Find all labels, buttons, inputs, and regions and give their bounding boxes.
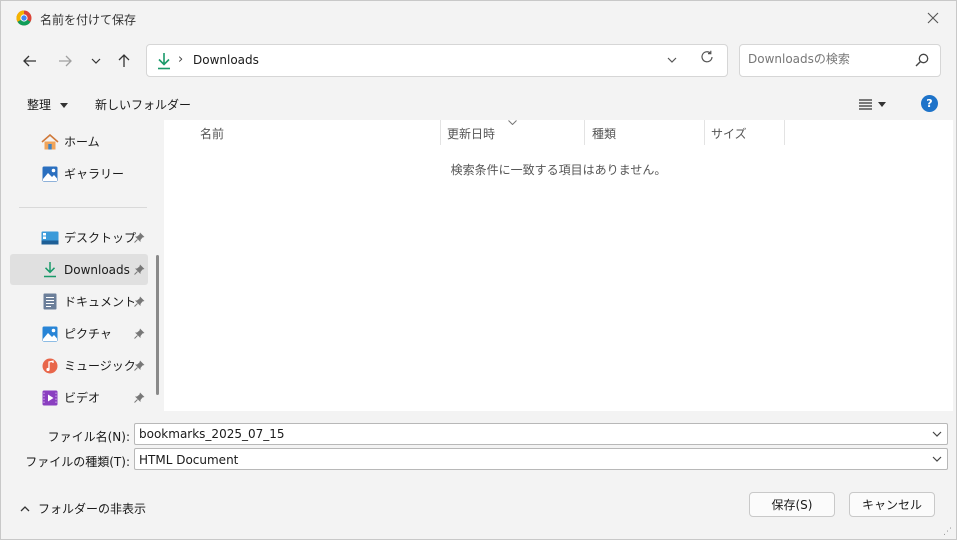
sidebar-item-label: Downloads — [64, 262, 130, 277]
chevron-up-icon — [20, 505, 30, 511]
filetype-select[interactable]: HTML Document — [134, 448, 948, 470]
pin-icon[interactable] — [134, 328, 146, 340]
refresh-button[interactable] — [700, 50, 714, 68]
title-bar: 名前を付けて保存 — [1, 1, 956, 35]
sidebar-item-desktop[interactable]: デスクトップ — [10, 222, 148, 253]
recent-locations-button[interactable] — [84, 49, 108, 73]
column-header-modified[interactable]: 更新日時 — [447, 120, 495, 145]
up-arrow-icon — [118, 54, 130, 67]
column-separator[interactable] — [440, 120, 441, 145]
download-icon — [158, 53, 170, 70]
column-header-type[interactable]: 種類 — [592, 120, 616, 145]
filename-input[interactable] — [139, 427, 919, 441]
sidebar-item-label: ピクチャ — [64, 327, 112, 341]
dialog-footer: フォルダーの非表示 保存(S) キャンセル ⋰ — [1, 479, 956, 539]
list-view-icon — [859, 98, 872, 110]
column-separator[interactable] — [784, 120, 785, 145]
command-bar: 整理 新しいフォルダー ? — [1, 89, 956, 119]
pin-icon[interactable] — [134, 264, 146, 276]
desktop-icon — [41, 229, 59, 247]
file-list: 名前 更新日時 種類 サイズ 検索条件に一致する項目はありません。 — [164, 120, 953, 411]
new-folder-button[interactable]: 新しいフォルダー — [95, 96, 191, 113]
sidebar-item-label: ドキュメント — [64, 295, 137, 309]
up-button[interactable] — [112, 49, 136, 73]
chrome-icon — [16, 10, 32, 26]
sidebar-item-music[interactable]: ミュージック — [10, 350, 148, 381]
filename-label: ファイル名(N): — [47, 430, 130, 444]
back-button[interactable] — [18, 49, 42, 73]
sidebar-scrollbar[interactable] — [156, 255, 159, 395]
chevron-down-icon — [91, 58, 101, 64]
view-options-button[interactable] — [859, 94, 895, 114]
sidebar-item-label: デスクトップ — [64, 231, 137, 245]
sidebar-divider — [19, 207, 147, 208]
hide-folders-label: フォルダーの非表示 — [38, 502, 147, 516]
column-header-size[interactable]: サイズ — [711, 120, 747, 145]
organize-menu[interactable]: 整理 — [27, 96, 68, 113]
filename-dropdown-button[interactable] — [932, 427, 942, 440]
document-icon — [41, 293, 59, 311]
sidebar-item-pictures[interactable]: ピクチャ — [10, 318, 148, 349]
pictures-icon — [41, 325, 59, 343]
pin-icon[interactable] — [134, 232, 146, 244]
address-bar[interactable]: › Downloads — [146, 44, 728, 77]
pin-icon[interactable] — [134, 296, 146, 308]
refresh-icon — [701, 50, 713, 63]
resize-grip-icon[interactable]: ⋰ — [943, 528, 952, 537]
sidebar-item-label: ミュージック — [64, 359, 136, 373]
video-icon — [41, 389, 59, 407]
forward-arrow-icon — [59, 55, 72, 67]
chevron-down-icon — [932, 456, 942, 462]
filetype-dropdown-button[interactable] — [932, 452, 942, 465]
hide-folders-toggle[interactable]: フォルダーの非表示 — [20, 500, 146, 517]
address-dropdown-button[interactable] — [667, 52, 677, 66]
organize-label: 整理 — [27, 98, 52, 112]
download-icon — [41, 261, 59, 279]
close-button[interactable] — [910, 1, 956, 35]
navigation-bar: › Downloads — [1, 41, 956, 81]
breadcrumb-chevron-icon: › — [178, 52, 184, 67]
cancel-button[interactable]: キャンセル — [849, 492, 935, 517]
chevron-down-icon — [932, 431, 942, 437]
sidebar-item-label: ギャラリー — [64, 167, 125, 181]
window-title: 名前を付けて保存 — [40, 13, 137, 27]
filename-combobox[interactable] — [134, 423, 948, 445]
sidebar-item-gallery[interactable]: ギャラリー — [10, 158, 148, 189]
search-box[interactable] — [739, 44, 941, 77]
column-header-name[interactable]: 名前 — [200, 120, 224, 145]
sidebar-item-documents[interactable]: ドキュメント — [10, 286, 148, 317]
empty-folder-message: 検索条件に一致する項目はありません。 — [450, 163, 667, 177]
pin-icon[interactable] — [134, 360, 146, 372]
breadcrumb-downloads[interactable]: Downloads — [193, 53, 259, 67]
column-separator[interactable] — [704, 120, 705, 145]
column-separator[interactable] — [584, 120, 585, 145]
sidebar-item-videos[interactable]: ビデオ — [10, 382, 148, 413]
navigation-pane: ホーム ギャラリー デスクトップ Downloads ドキュメント ピクチャ ミ… — [10, 120, 159, 413]
sidebar-item-label: ホーム — [64, 135, 100, 149]
search-input[interactable] — [748, 52, 908, 66]
save-as-dialog: 名前を付けて保存 › Downloads Downloadsの検索 整理 新しい… — [0, 0, 957, 540]
save-button[interactable]: 保存(S) — [749, 492, 835, 517]
music-icon — [41, 357, 59, 375]
back-arrow-icon — [23, 55, 36, 67]
sidebar-item-home[interactable]: ホーム — [10, 126, 148, 157]
caret-down-icon — [59, 103, 68, 108]
filetype-label: ファイルの種類(T): — [25, 455, 130, 469]
help-icon[interactable]: ? — [921, 95, 938, 112]
gallery-icon — [41, 165, 59, 183]
forward-button[interactable] — [53, 49, 77, 73]
chevron-down-icon — [667, 57, 677, 63]
search-icon[interactable] — [914, 52, 930, 68]
sort-chevron-icon — [508, 118, 517, 128]
home-icon — [41, 133, 59, 151]
caret-down-icon — [878, 101, 886, 107]
filetype-selected-value: HTML Document — [139, 453, 239, 467]
save-fields: ファイル名(N): ファイルの種類(T): HTML Document — [1, 416, 956, 476]
sidebar-item-downloads[interactable]: Downloads — [10, 254, 148, 285]
close-icon — [927, 12, 939, 24]
sidebar-item-label: ビデオ — [64, 391, 101, 405]
pin-icon[interactable] — [134, 392, 146, 404]
